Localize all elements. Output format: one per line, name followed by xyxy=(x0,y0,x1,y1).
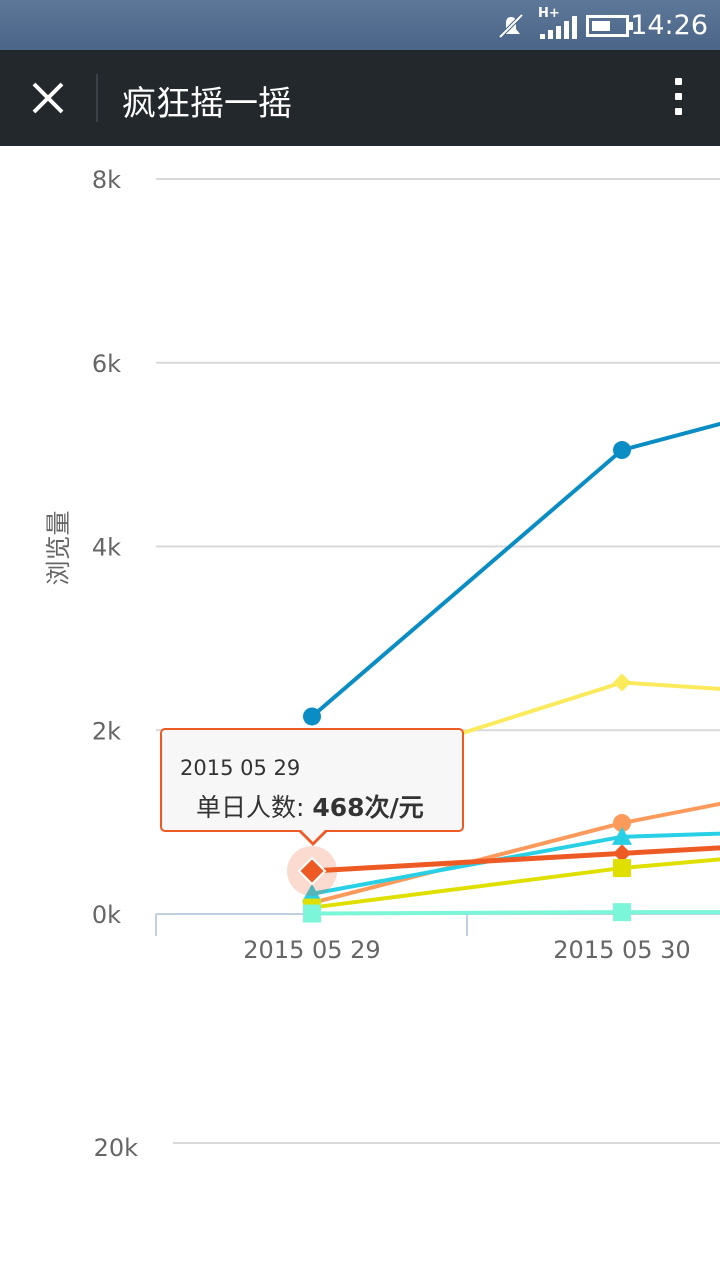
battery-icon xyxy=(586,15,633,37)
y-tick-label: 0k xyxy=(92,901,121,929)
data-point xyxy=(613,673,631,692)
y-axis-title: 浏览量 xyxy=(44,510,73,585)
series-path xyxy=(311,910,720,916)
data-point xyxy=(613,441,631,460)
series-line xyxy=(303,857,720,917)
series-line xyxy=(303,421,720,726)
more-menu-icon[interactable] xyxy=(666,78,690,120)
clock: 14:26 xyxy=(630,10,708,41)
data-point xyxy=(613,903,631,922)
data-point xyxy=(303,904,321,923)
chart-tooltip: 2015 05 29 单日人数: 468次/元 xyxy=(160,728,464,846)
tooltip-label: 单日人数: xyxy=(196,793,305,822)
tooltip-line: 单日人数: 468次/元 xyxy=(196,788,424,824)
status-bar: H+ 14:26 xyxy=(0,0,720,50)
tooltip-value: 468次/元 xyxy=(312,793,424,822)
data-point xyxy=(303,707,321,726)
series-path xyxy=(310,421,720,718)
x-tick-label: 2015 05 30 xyxy=(553,936,690,964)
app-bar: 疯狂摇一摇 xyxy=(0,50,720,146)
app-bar-divider xyxy=(96,74,98,122)
signal-icon xyxy=(540,16,577,39)
close-icon[interactable] xyxy=(24,74,72,122)
y-tick-label: 2k xyxy=(92,717,121,745)
tooltip-date: 2015 05 29 xyxy=(180,756,301,780)
page-title: 疯狂摇一摇 xyxy=(122,84,292,124)
x-tick-label: 2015 05 29 xyxy=(243,936,380,964)
tooltip-arrow-fill xyxy=(301,830,325,842)
y-tick-label: 20k xyxy=(94,1134,139,1162)
mute-icon xyxy=(498,13,524,39)
data-point xyxy=(613,859,631,878)
y-tick-label: 4k xyxy=(92,534,121,562)
line-chart[interactable]: 0k2k4k6k8k2015 05 292015 05 302015 05 31… xyxy=(0,146,720,1280)
y-tick-label: 6k xyxy=(92,350,121,378)
y-tick-label: 8k xyxy=(92,166,121,194)
series-line xyxy=(303,903,720,923)
